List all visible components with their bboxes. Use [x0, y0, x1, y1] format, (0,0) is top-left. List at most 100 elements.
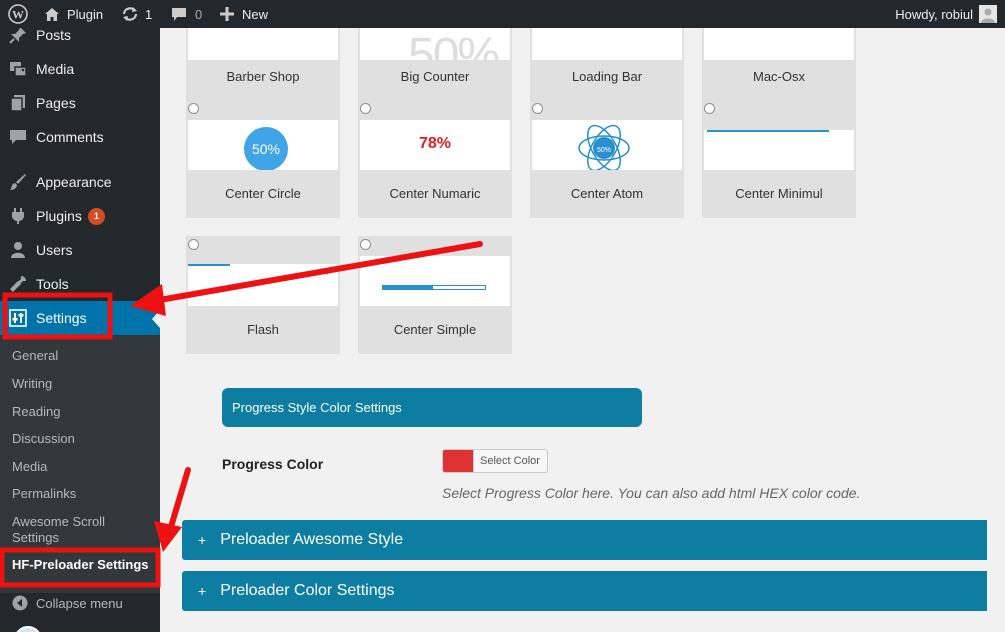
partial-icon — [14, 626, 42, 632]
submenu-item-writing[interactable]: Writing — [12, 376, 52, 392]
accordion-preloader-color-settings[interactable]: + Preloader Color Settings — [182, 571, 987, 611]
style-preview: 50% — [532, 120, 682, 170]
site-name: Plugin — [67, 6, 104, 22]
refresh-icon — [121, 6, 139, 22]
style-preview: 50% — [188, 120, 338, 170]
menu-item-media[interactable]: Media — [0, 52, 160, 86]
style-label: Big Counter — [400, 69, 470, 84]
simple-bar-fill — [383, 286, 433, 289]
accordion-label: Preloader Color Settings — [220, 582, 395, 599]
style-card-center-numaric[interactable]: 78% Center Numaric — [358, 100, 512, 218]
circle-preview-text: 50% — [251, 141, 281, 157]
collapse-menu-button[interactable]: Collapse menu — [0, 586, 160, 620]
select-color-button[interactable]: Select Color — [442, 449, 548, 473]
pin-icon — [8, 28, 28, 45]
menu-label: Media — [36, 61, 75, 77]
progress-style-heading-text: Progress Style Color Settings — [232, 400, 402, 415]
new-label: New — [242, 6, 269, 22]
comment-icon — [8, 127, 28, 147]
user-icon — [8, 240, 28, 260]
plugin-icon — [8, 206, 28, 226]
style-radio[interactable] — [360, 239, 371, 250]
plus-icon — [220, 7, 234, 21]
submenu-item-hf-preloader[interactable]: HF-Preloader Settings — [12, 557, 149, 573]
menu-item-posts[interactable]: Posts — [0, 28, 160, 52]
style-radio[interactable] — [188, 239, 199, 250]
pages-icon — [8, 93, 28, 113]
menu-label: Posts — [36, 28, 72, 43]
style-radio[interactable] — [532, 103, 543, 114]
menu-label: Users — [36, 242, 73, 258]
submenu-item-awesome-scroll[interactable]: Awesome Scroll Settings — [12, 514, 142, 546]
accordion-preloader-awesome-style[interactable]: + Preloader Awesome Style — [182, 520, 987, 560]
style-preview: 78% — [360, 120, 510, 170]
main-content: Barber Shop 50% Big Counter Loading Bar … — [160, 0, 1005, 632]
menu-label: Settings — [36, 310, 87, 326]
menu-item-comments[interactable]: Comments — [0, 120, 160, 154]
style-label: Center Minimul — [735, 186, 823, 201]
brush-icon — [8, 172, 28, 192]
submenu-item-discussion[interactable]: Discussion — [12, 431, 75, 447]
collapse-icon — [10, 593, 30, 613]
style-card-flash[interactable]: Flash — [186, 236, 340, 354]
progress-color-help: Select Progress Color here. You can also… — [442, 485, 861, 501]
howdy-greeting: Howdy, robiul — [895, 6, 973, 22]
flash-spinner-preview — [326, 268, 334, 276]
style-label: Barber Shop — [226, 69, 300, 84]
home-icon — [44, 7, 60, 22]
updates-count: 1 — [145, 6, 153, 22]
menu-label: Plugins — [36, 208, 82, 224]
style-label: Center Atom — [570, 186, 644, 201]
atom-preview-text: 50% — [596, 147, 611, 154]
style-label: Loading Bar — [571, 69, 643, 84]
style-card-center-atom[interactable]: 50% Center Atom — [530, 100, 684, 218]
menu-label: Pages — [36, 95, 76, 111]
new-content-link[interactable]: New — [220, 0, 268, 28]
comments-link[interactable]: 0 — [171, 0, 202, 28]
style-label: Center Numaric — [389, 186, 481, 201]
submenu-item-media[interactable]: Media — [12, 459, 47, 475]
current-menu-arrow — [152, 310, 160, 328]
style-label: Center Circle — [225, 186, 301, 201]
menu-item-users[interactable]: Users — [0, 233, 160, 267]
progress-style-heading: Progress Style Color Settings — [222, 388, 642, 427]
expand-plus-icon: + — [198, 532, 207, 548]
style-card-center-circle[interactable]: 50% Center Circle — [186, 100, 340, 218]
submenu-item-permalinks[interactable]: Permalinks — [12, 486, 76, 502]
style-label: Flash — [247, 322, 279, 337]
updates-link[interactable]: 1 — [121, 0, 152, 28]
style-preview — [188, 264, 338, 306]
menu-item-plugins[interactable]: Plugins 1 — [0, 199, 160, 233]
menu-label: Comments — [36, 129, 104, 145]
flash-bar-preview — [188, 264, 230, 266]
menu-item-appearance[interactable]: Appearance — [0, 165, 160, 199]
comment-icon — [171, 7, 187, 22]
comments-count: 0 — [195, 6, 203, 22]
settings-submenu: General Writing Reading Discussion Media… — [0, 335, 160, 593]
simple-bar-track — [382, 285, 486, 290]
style-radio[interactable] — [704, 103, 715, 114]
color-swatch — [443, 450, 474, 472]
submenu-item-reading[interactable]: Reading — [12, 404, 60, 420]
submenu-item-general[interactable]: General — [12, 348, 58, 364]
menu-label: Appearance — [36, 174, 112, 190]
menu-item-pages[interactable]: Pages — [0, 86, 160, 120]
expand-plus-icon: + — [198, 583, 207, 599]
menu-label: Tools — [36, 276, 69, 292]
style-card-center-simple[interactable]: Center Simple — [358, 236, 512, 354]
numeric-preview-text: 78% — [418, 135, 452, 152]
select-color-label: Select Color — [480, 455, 540, 467]
menu-item-settings[interactable]: Settings — [0, 301, 160, 335]
settings-icon — [8, 308, 28, 328]
style-card-center-minimul[interactable]: Center Minimul — [702, 100, 856, 218]
menu-item-tools[interactable]: Tools — [0, 267, 160, 301]
circle-preview: 50% — [244, 127, 288, 170]
style-radio[interactable] — [360, 103, 371, 114]
account-menu[interactable]: Howdy, robiul — [895, 0, 997, 28]
admin-sidebar: Posts Media Pages Comments Appearance Pl… — [0, 28, 160, 632]
big-counter-preview: 50% — [408, 29, 500, 60]
svg-text:W: W — [12, 8, 24, 22]
site-name-link[interactable]: Plugin — [44, 0, 103, 28]
style-radio[interactable] — [188, 103, 199, 114]
wordpress-logo-icon[interactable]: W — [8, 0, 28, 28]
